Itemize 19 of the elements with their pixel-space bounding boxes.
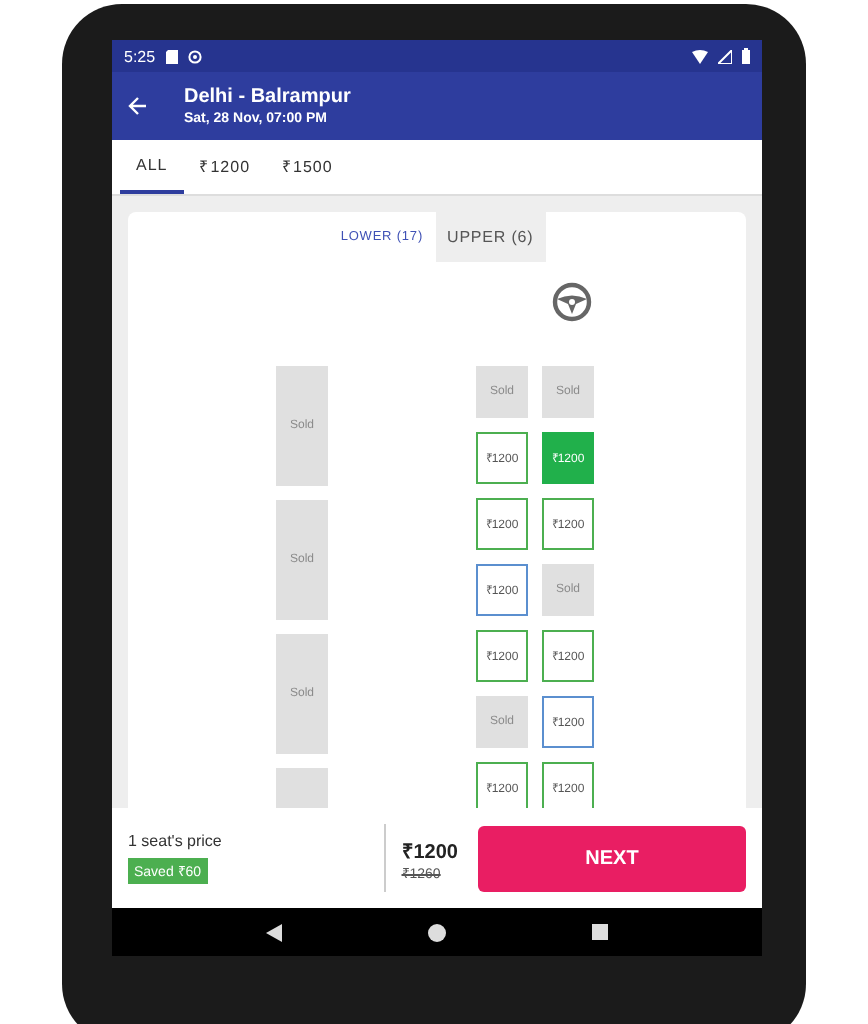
price-filter-tab[interactable]: ₹1200 <box>183 140 267 194</box>
price-filter-tab[interactable]: ALL <box>120 140 184 194</box>
price-filter-tab[interactable]: ₹1500 <box>266 140 349 194</box>
next-button[interactable]: NEXT <box>478 825 746 891</box>
wifi-icon <box>692 49 708 63</box>
route-title: Delhi - Balrampur <box>184 86 351 108</box>
sd-card-icon <box>165 49 178 63</box>
back-icon[interactable] <box>265 923 282 941</box>
back-arrow-icon[interactable] <box>128 96 148 116</box>
battery-icon <box>742 48 750 64</box>
total-price: ₹1200 <box>401 839 458 863</box>
steering-wheel-icon <box>552 282 592 322</box>
deck-tab[interactable]: UPPER (6) <box>435 212 546 262</box>
price-caption: 1 seat's price <box>128 832 222 850</box>
clock: 5:25 <box>124 47 156 65</box>
recents-icon[interactable] <box>592 924 609 940</box>
home-icon[interactable] <box>427 923 446 941</box>
signal-icon <box>718 49 732 63</box>
at-sign-icon <box>187 49 202 63</box>
